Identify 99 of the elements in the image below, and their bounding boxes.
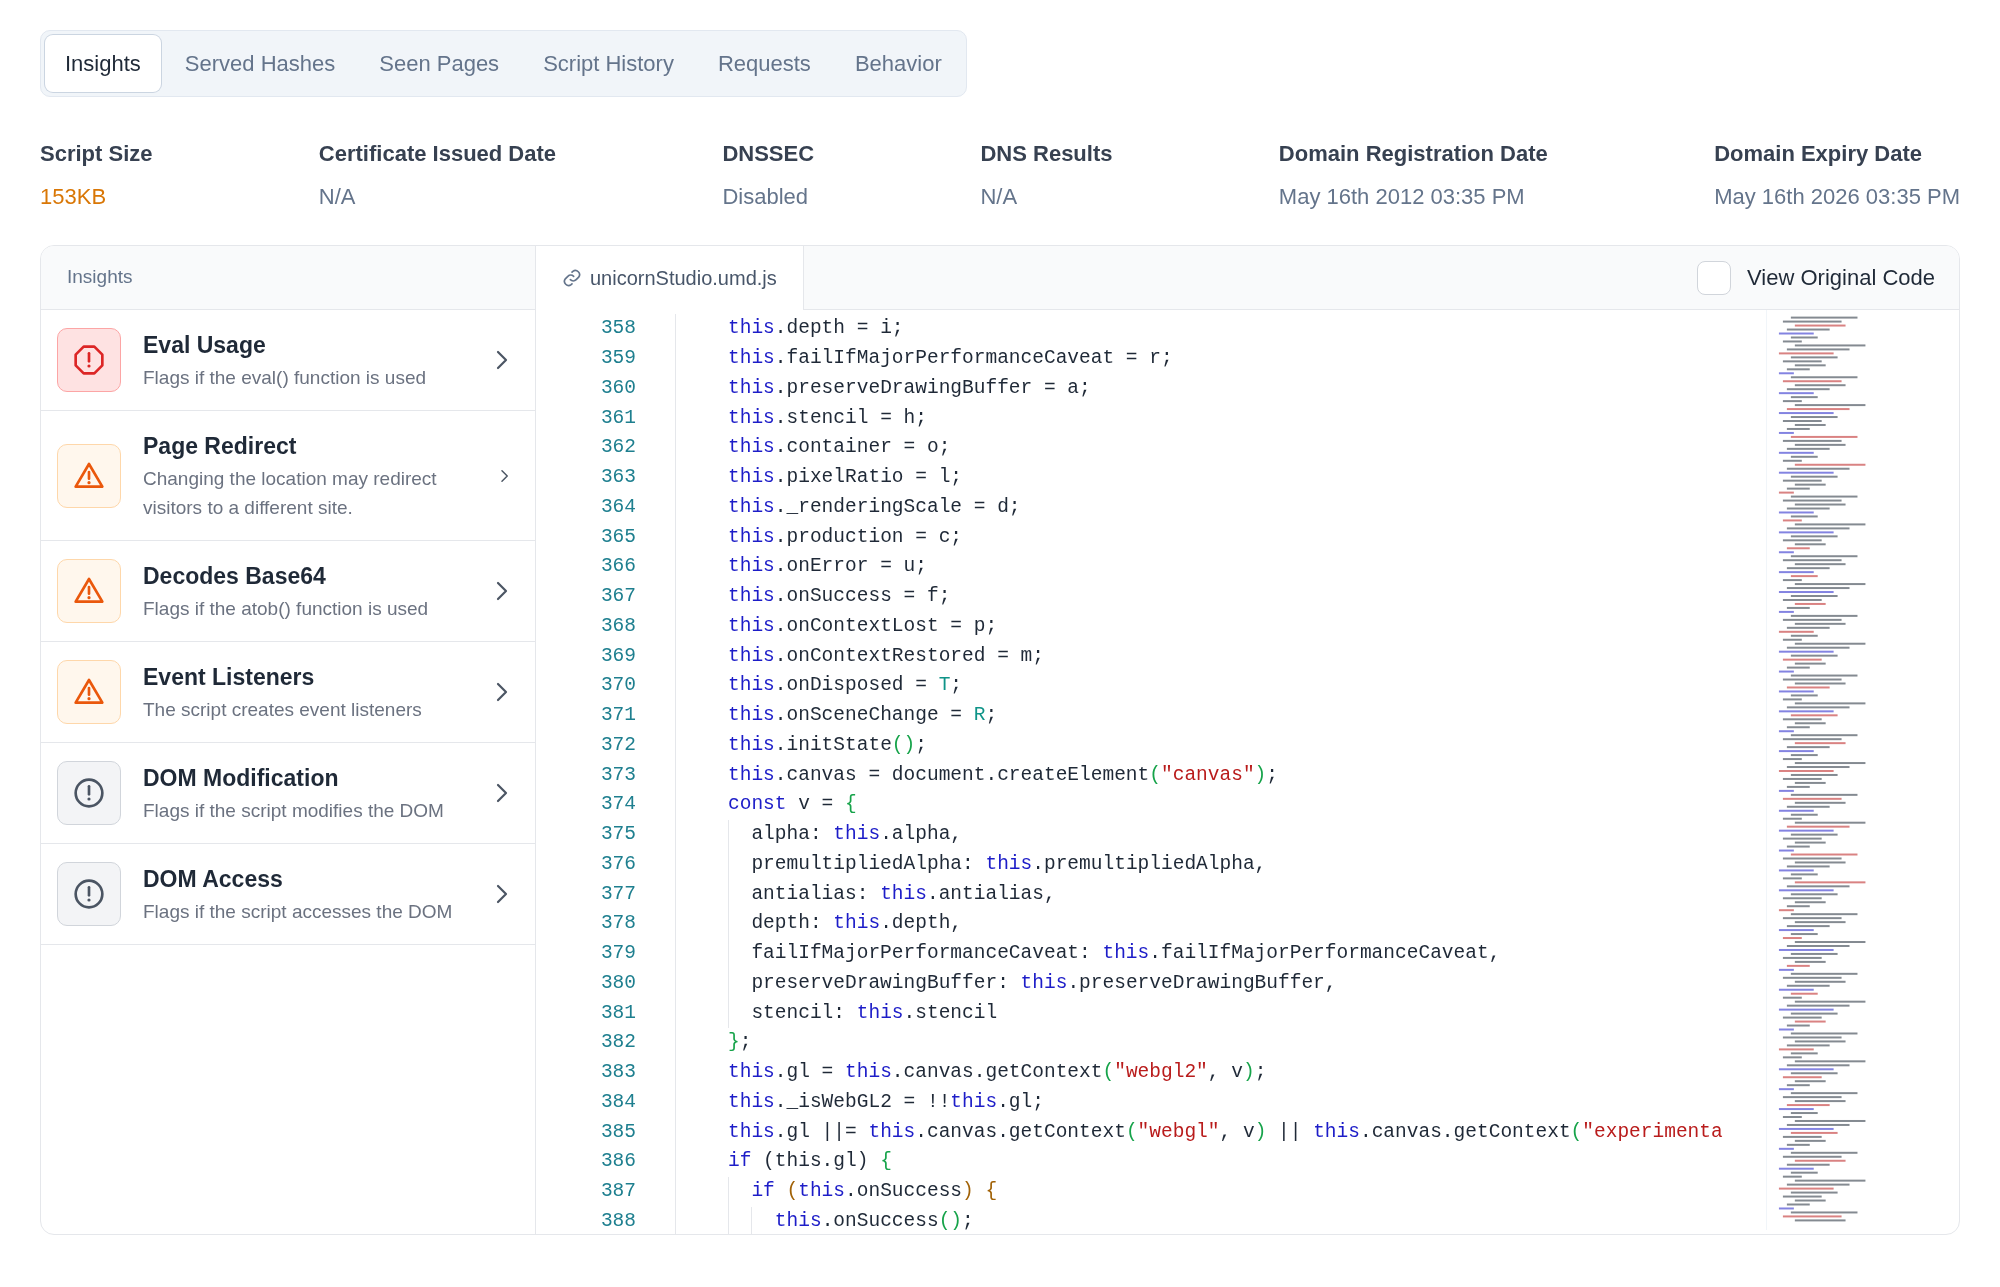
code-line: this._isWebGL2 = !!this.gl; bbox=[728, 1089, 1044, 1115]
insight-title: Event Listeners bbox=[143, 663, 316, 693]
line-number: 360 bbox=[599, 375, 636, 401]
code-line: this.canvas = document.createElement("canvas"); bbox=[728, 762, 1278, 788]
insight-title: Eval Usage bbox=[143, 331, 267, 361]
insight-description: Changing the location may redirect visitors to a different site. bbox=[143, 466, 438, 520]
insight-title: DOM Access bbox=[143, 865, 284, 895]
stat-value: May 16th 2026 03:35 PM bbox=[1714, 183, 1960, 211]
line-number: 378 bbox=[599, 911, 636, 937]
stat-value: N/A bbox=[980, 183, 1019, 211]
insight-title: Decodes Base64 bbox=[143, 562, 327, 592]
code-line: }; bbox=[728, 1030, 752, 1056]
line-number: 383 bbox=[599, 1060, 636, 1085]
line-number: 365 bbox=[599, 524, 636, 550]
insight-item[interactable]: Eval Usage Flags if the eval() function is used bbox=[41, 310, 535, 411]
link-icon bbox=[562, 267, 582, 288]
panel-title: Insights bbox=[66, 265, 133, 290]
checkbox[interactable] bbox=[1697, 260, 1732, 295]
code-line: this.pixelRatio = l; bbox=[728, 465, 963, 490]
insight-title: DOM Modification bbox=[143, 764, 340, 794]
code-line: this.gl = this.canvas.getContext("webgl2", v); bbox=[728, 1060, 1267, 1085]
line-number: 374 bbox=[599, 792, 636, 818]
checkbox-label[interactable]: View Original Code bbox=[1747, 261, 1935, 294]
insight-description: The script creates event listeners bbox=[143, 697, 423, 722]
stat-value: May 16th 2012 03:35 PM bbox=[1278, 183, 1526, 211]
tab[interactable]: Insights bbox=[45, 35, 161, 92]
line-number: 362 bbox=[599, 435, 636, 461]
file-tab[interactable]: unicornStudio.umd.js bbox=[536, 246, 804, 310]
line-number: 366 bbox=[599, 554, 636, 580]
line-number: 364 bbox=[599, 494, 636, 520]
code-line: const v = { bbox=[728, 792, 857, 818]
insight-description: Flags if the atob() function is used bbox=[143, 596, 430, 621]
code-line: this.onSceneChange = R; bbox=[728, 703, 998, 728]
code-line: this.gl ||= this.canvas.getContext("webgl", v) || this.canvas.getContext("experimenta bbox=[728, 1119, 1723, 1145]
stat-label: Script Size bbox=[40, 140, 153, 168]
stat-label: DNSSEC bbox=[722, 140, 815, 168]
line-number: 370 bbox=[599, 673, 636, 699]
line-number: 386 bbox=[599, 1149, 636, 1175]
code-line: this.onContextRestored = m; bbox=[728, 643, 1044, 669]
chevron-right-icon bbox=[495, 782, 509, 805]
stat-label: Domain Expiry Date bbox=[1714, 140, 1923, 168]
chevron-right-icon bbox=[495, 681, 509, 704]
line-number: 379 bbox=[599, 941, 636, 966]
insight-title: Page Redirect bbox=[143, 432, 298, 461]
line-number: 368 bbox=[599, 613, 636, 639]
insight-item[interactable]: Page Redirect Changing the location may redirect visitors to a different site. bbox=[41, 411, 535, 542]
code-line: this.preserveDrawingBuffer = a; bbox=[728, 375, 1091, 401]
chevron-right-icon bbox=[495, 580, 509, 603]
tab[interactable]: Requests bbox=[697, 35, 831, 92]
code-line: this.stencil = h; bbox=[728, 405, 927, 431]
line-number: 376 bbox=[599, 851, 636, 877]
line-number: 384 bbox=[599, 1089, 636, 1115]
code-line: this.production = c; bbox=[728, 524, 963, 550]
line-number: 385 bbox=[599, 1119, 636, 1145]
insight-item[interactable]: DOM Modification Flags if the script modifies the DOM bbox=[41, 743, 535, 845]
line-number: 373 bbox=[599, 762, 636, 788]
line-number: 375 bbox=[599, 822, 636, 847]
line-number: 381 bbox=[599, 1000, 636, 1026]
stat-label: Certificate Issued Date bbox=[318, 140, 557, 168]
chevron-right-icon bbox=[495, 883, 509, 906]
insight-item[interactable]: Decodes Base64 Flags if the atob() function is used bbox=[41, 541, 535, 643]
stat-label: DNS Results bbox=[980, 140, 1113, 168]
code-line: this.failIfMajorPerformanceCaveat = r; bbox=[728, 346, 1173, 371]
code-line: this.depth = i; bbox=[728, 316, 904, 342]
line-number: 359 bbox=[599, 346, 636, 371]
code-line: this.onContextLost = p; bbox=[728, 613, 998, 639]
line-number: 363 bbox=[599, 465, 636, 490]
code-line: this.onDisposed = T; bbox=[728, 673, 963, 699]
tab[interactable]: Seen Pages bbox=[359, 35, 520, 92]
tab[interactable]: Behavior bbox=[834, 35, 962, 92]
line-number: 361 bbox=[599, 405, 636, 431]
code-line: this.onError = u; bbox=[728, 554, 927, 580]
code-line: this.initState(); bbox=[728, 732, 927, 758]
tab[interactable]: Served Hashes bbox=[164, 35, 356, 92]
line-number: 371 bbox=[599, 703, 636, 728]
tab[interactable]: Script History bbox=[523, 35, 694, 92]
line-number: 367 bbox=[599, 584, 636, 609]
insight-description: Flags if the script accesses the DOM bbox=[143, 899, 454, 924]
insight-item[interactable]: DOM Access Flags if the script accesses the DOM bbox=[41, 844, 535, 946]
stat-value: 153KB bbox=[40, 183, 108, 211]
code-line: if (this.gl) { bbox=[728, 1149, 892, 1175]
line-number: 377 bbox=[599, 881, 636, 907]
line-number: 372 bbox=[599, 732, 636, 758]
insight-description: Flags if the eval() function is used bbox=[143, 365, 428, 390]
stat-label: Domain Registration Date bbox=[1278, 140, 1548, 168]
insight-item[interactable]: Event Listeners The script creates event listeners bbox=[41, 642, 535, 744]
code-line: this.onSuccess = f; bbox=[728, 584, 951, 609]
line-number: 369 bbox=[599, 643, 636, 669]
stat-value: N/A bbox=[318, 183, 357, 211]
line-number: 388 bbox=[599, 1208, 636, 1234]
chevron-right-icon bbox=[495, 349, 509, 371]
line-number: 382 bbox=[599, 1030, 636, 1056]
line-number: 380 bbox=[599, 970, 636, 996]
line-number: 387 bbox=[599, 1179, 636, 1204]
code-line: this.container = o; bbox=[728, 435, 951, 461]
code-line: this._renderingScale = d; bbox=[728, 494, 1021, 520]
stat-value: Disabled bbox=[722, 183, 809, 211]
line-number: 358 bbox=[599, 316, 636, 342]
insight-description: Flags if the script modifies the DOM bbox=[143, 798, 445, 823]
